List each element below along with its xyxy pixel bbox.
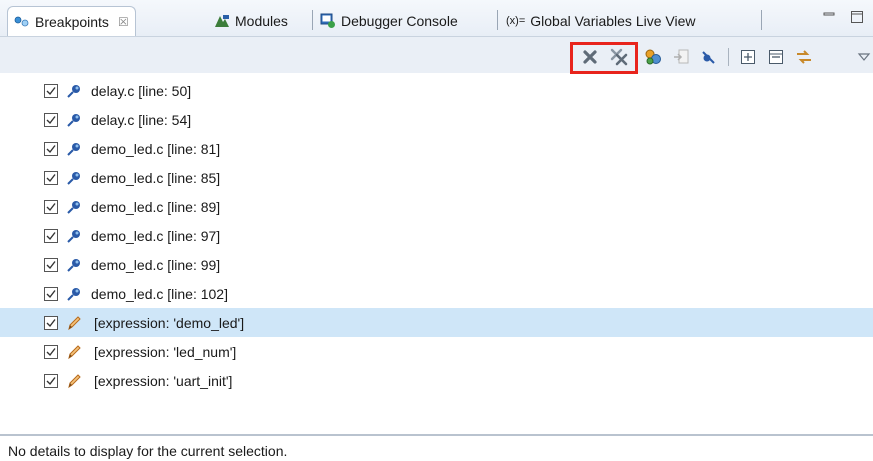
breakpoint-checkbox[interactable] [44,257,58,272]
breakpoints-toolbar [0,37,873,73]
breakpoint-row[interactable]: delay.c [line: 54] [0,105,873,134]
breakpoint-row[interactable]: demo_led.c [line: 99] [0,250,873,279]
tab-label: Breakpoints [35,13,109,30]
details-pane-divider[interactable] [0,434,873,436]
breakpoint-label: [expression: 'uart_init'] [94,372,233,389]
pencil-icon [66,315,82,331]
link-with-debug-view-icon[interactable] [793,46,815,68]
line-breakpoint-icon [66,83,82,99]
breakpoint-checkbox[interactable] [44,112,58,127]
breakpoint-checkbox[interactable] [44,344,58,359]
breakpoint-checkbox[interactable] [44,228,58,243]
breakpoint-checkbox[interactable] [44,170,58,185]
breakpoint-label: [expression: 'led_num'] [94,343,237,360]
breakpoint-row[interactable]: demo_led.c [line: 81] [0,134,873,163]
tab-breakpoints[interactable]: Breakpoints ☒ [7,6,136,36]
line-breakpoint-icon [66,257,82,273]
breakpoints-list: delay.c [line: 50] delay.c [line: 54] de… [0,76,873,395]
maximize-icon[interactable] [850,10,864,27]
line-breakpoint-icon [66,112,82,128]
breakpoint-checkbox[interactable] [44,199,58,214]
skip-all-breakpoints-icon[interactable] [698,46,720,68]
breakpoint-label: delay.c [line: 50] [91,82,192,99]
tab-global-variables-live-view[interactable]: (x)= Global Variables Live View [500,7,702,34]
tab-separator [312,10,313,30]
breakpoint-row[interactable]: demo_led.c [line: 85] [0,163,873,192]
details-text: No details to display for the current se… [8,443,288,459]
view-tab-bar: Breakpoints ☒ Modules Debugger Console (… [0,0,873,37]
tab-label: Debugger Console [341,12,458,29]
breakpoint-checkbox[interactable] [44,286,58,301]
tab-label: Global Variables Live View [530,12,696,29]
tab-modules[interactable]: Modules [208,7,294,34]
modules-icon [214,14,230,28]
go-to-file-icon[interactable] [670,46,692,68]
breakpoint-label: demo_led.c [line: 81] [91,140,221,157]
breakpoint-label: demo_led.c [line: 85] [91,169,221,186]
remove-buttons-highlight [570,42,638,74]
pencil-icon [66,344,82,360]
view-menu-icon[interactable] [853,46,873,68]
line-breakpoint-icon [66,199,82,215]
line-breakpoint-icon [66,228,82,244]
breakpoint-label: [expression: 'demo_led'] [94,314,245,331]
debugger-console-icon [320,13,336,29]
collapse-all-icon[interactable] [765,46,787,68]
line-breakpoint-icon [66,286,82,302]
minimize-icon[interactable] [822,10,836,27]
breakpoint-checkbox[interactable] [44,315,58,330]
breakpoint-row[interactable]: demo_led.c [line: 102] [0,279,873,308]
breakpoint-checkbox[interactable] [44,83,58,98]
breakpoint-label: demo_led.c [line: 102] [91,285,228,302]
expression-breakpoint-row[interactable]: [expression: 'led_num'] [0,337,873,366]
tab-separator [761,10,762,30]
breakpoint-label: demo_led.c [line: 99] [91,256,221,273]
breakpoints-icon [14,15,30,29]
breakpoint-row[interactable]: delay.c [line: 50] [0,76,873,105]
tab-separator [497,10,498,30]
breakpoint-label: demo_led.c [line: 89] [91,198,221,215]
variables-icon: (x)= [506,14,526,27]
breakpoint-checkbox[interactable] [44,373,58,388]
toolbar-separator [728,48,729,66]
breakpoint-row[interactable]: demo_led.c [line: 97] [0,221,873,250]
line-breakpoint-icon [66,170,82,186]
expression-breakpoint-row[interactable]: [expression: 'uart_init'] [0,366,873,395]
tab-debugger-console[interactable]: Debugger Console [314,7,464,34]
expand-all-icon[interactable] [737,46,759,68]
line-breakpoint-icon [66,141,82,157]
breakpoint-label: delay.c [line: 54] [91,111,192,128]
tab-label: Modules [235,12,288,29]
breakpoint-row[interactable]: demo_led.c [line: 89] [0,192,873,221]
expression-breakpoint-row[interactable]: [expression: 'demo_led'] [0,308,873,337]
close-tab-icon[interactable]: ☒ [118,15,129,29]
show-supported-breakpoints-icon[interactable] [642,46,664,68]
pencil-icon [66,373,82,389]
breakpoint-label: demo_led.c [line: 97] [91,227,221,244]
breakpoint-checkbox[interactable] [44,141,58,156]
